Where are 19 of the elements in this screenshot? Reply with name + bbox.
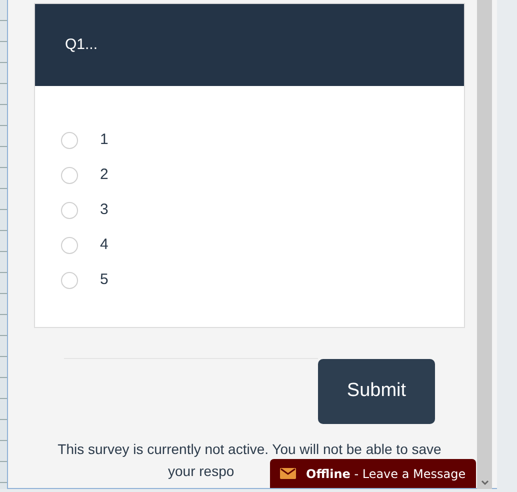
radio-button[interactable] xyxy=(61,132,78,148)
envelope-icon xyxy=(280,468,296,479)
notice-text: This survey is currently not active. You will not be able to save xyxy=(58,440,442,459)
option-label: 1 xyxy=(100,130,108,150)
radio-button[interactable] xyxy=(61,236,78,254)
radio-button[interactable] xyxy=(61,166,78,184)
radio-button[interactable] xyxy=(61,272,78,288)
notice-text: your respo xyxy=(168,462,234,481)
option-label: 2 xyxy=(100,164,108,185)
radio-button[interactable] xyxy=(61,202,78,218)
option-label: 3 xyxy=(100,200,108,220)
option-label: 4 xyxy=(100,234,108,255)
scroll-down-icon[interactable] xyxy=(480,480,488,486)
option-label: 5 xyxy=(100,270,108,290)
chat-status: Offline - Leave a Message xyxy=(306,466,466,482)
question-title: Q1... xyxy=(65,34,98,55)
submit-button[interactable]: Submit xyxy=(318,359,435,424)
scrollbar[interactable] xyxy=(477,0,492,489)
chat-widget[interactable]: Offline - Leave a Message xyxy=(270,459,476,488)
